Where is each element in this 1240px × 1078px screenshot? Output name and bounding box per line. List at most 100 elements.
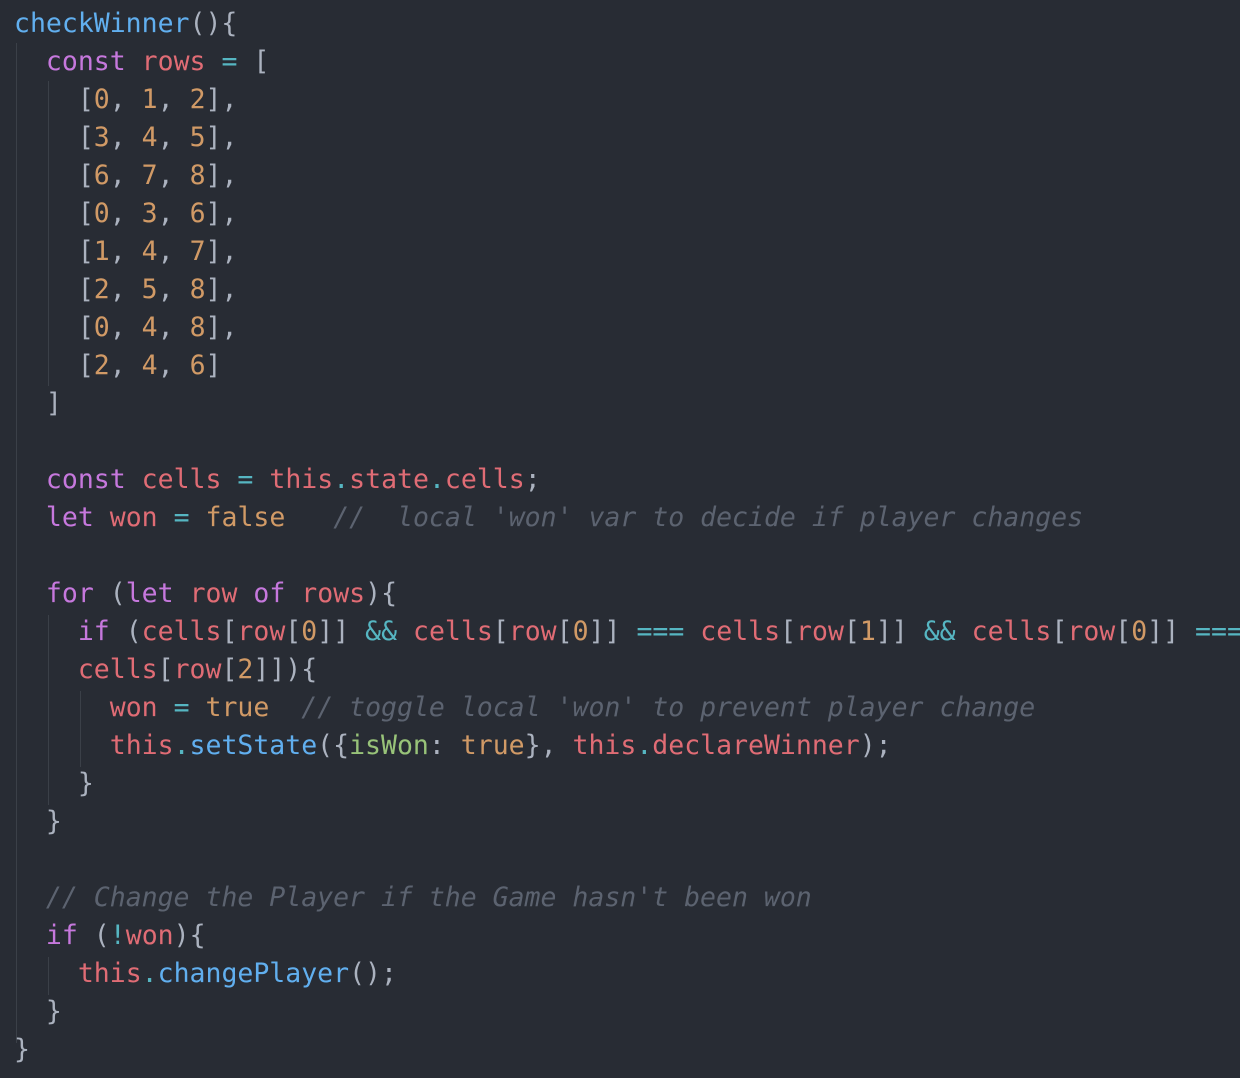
- code-editor[interactable]: checkWinner ( ){ const rows = [ [0, 1, 2],…: [0, 0, 1240, 1078]
- code-line: [0, 1, 2],: [14, 81, 238, 119]
- code-token: ,: [109, 236, 142, 267]
- code-token: won: [109, 502, 158, 533]
- code-line: [6, 7, 8],: [14, 157, 238, 195]
- code-token: of: [253, 578, 286, 609]
- code-token: =: [173, 502, 190, 533]
- code-token: this: [109, 730, 174, 761]
- code-line: this.setState({isWon: true}, this.declar…: [14, 727, 892, 765]
- code-token: cells: [444, 464, 525, 495]
- code-line: won = true // toggle local 'won' to prev…: [14, 689, 1035, 727]
- code-line: cells[row[2]]){: [14, 651, 317, 689]
- code-token: ]]: [317, 616, 366, 647]
- code-token: [: [14, 236, 94, 267]
- code-token: .: [333, 464, 350, 495]
- code-line: [0, 4, 8],: [14, 309, 238, 347]
- code-token: ]: [14, 388, 62, 419]
- code-token: ,: [109, 350, 142, 381]
- code-token: ,: [157, 274, 190, 305]
- code-token: [: [1115, 616, 1132, 647]
- code-token: checkWinner: [14, 8, 190, 39]
- code-token: 6: [189, 198, 206, 229]
- code-token: ,: [157, 198, 190, 229]
- code-token: ,: [157, 122, 190, 153]
- code-token: ===: [1195, 616, 1240, 647]
- code-token: 0: [572, 616, 589, 647]
- code-token: 5: [141, 274, 158, 305]
- code-token: [: [157, 654, 174, 685]
- code-line: const cells = this.state.cells;: [14, 461, 541, 499]
- code-token: [: [843, 616, 860, 647]
- code-token: false: [205, 502, 286, 533]
- code-token: // Change the Player if the Game hasn't …: [45, 882, 812, 913]
- code-token: state: [349, 464, 429, 495]
- code-token: [: [780, 616, 797, 647]
- code-token: ===: [636, 616, 685, 647]
- code-token: 5: [189, 122, 206, 153]
- code-token: }: [14, 768, 94, 799]
- code-token: row: [237, 616, 286, 647]
- code-token: 3: [93, 122, 110, 153]
- code-token: 0: [93, 84, 110, 115]
- code-token: row: [173, 654, 222, 685]
- code-token: 3: [141, 198, 158, 229]
- code-token: 4: [141, 312, 158, 343]
- code-token: },: [524, 730, 573, 761]
- code-token: 1: [859, 616, 876, 647]
- code-token: [: [285, 616, 302, 647]
- code-token: ],: [205, 312, 238, 343]
- code-token: .: [141, 958, 158, 989]
- code-token: row: [796, 616, 844, 647]
- code-line: [3, 4, 5],: [14, 119, 238, 157]
- code-token: ,: [157, 160, 190, 191]
- code-token: cells: [971, 616, 1052, 647]
- code-token: rows: [141, 46, 206, 77]
- code-token: isWon: [349, 730, 429, 761]
- code-token: [: [237, 46, 270, 77]
- code-line: [0, 3, 6],: [14, 195, 238, 233]
- code-token: ],: [205, 198, 238, 229]
- code-token: cells: [77, 654, 158, 685]
- code-line: let won = false // local 'won' var to de…: [14, 499, 1083, 537]
- code-token: 6: [93, 160, 110, 191]
- code-token: const: [45, 464, 126, 495]
- code-token: (: [109, 616, 142, 647]
- code-token: this: [572, 730, 637, 761]
- code-token: 2: [189, 84, 206, 115]
- code-token: }: [14, 1034, 30, 1065]
- code-token: 7: [141, 160, 158, 191]
- code-token: ){: [173, 920, 206, 951]
- code-token: for: [45, 578, 94, 609]
- code-token: let: [45, 502, 94, 533]
- code-token: ,: [109, 122, 142, 153]
- code-token: 6: [189, 350, 206, 381]
- code-token: }: [14, 996, 62, 1027]
- code-token: if: [45, 920, 78, 951]
- code-token: ],: [205, 236, 238, 267]
- code-token: ],: [205, 160, 238, 191]
- code-token: 8: [189, 312, 206, 343]
- code-token: 1: [141, 84, 158, 115]
- code-token: 4: [141, 350, 158, 381]
- code-token: 2: [237, 654, 254, 685]
- code-token: [: [14, 160, 94, 191]
- code-token: 4: [141, 122, 158, 153]
- code-token: this: [269, 464, 334, 495]
- code-token: [: [14, 274, 94, 305]
- code-token: ({: [317, 730, 350, 761]
- code-line: if (!won){: [14, 917, 206, 955]
- code-token: ,: [157, 236, 190, 267]
- code-token: ,: [109, 160, 142, 191]
- code-token: true: [205, 692, 270, 723]
